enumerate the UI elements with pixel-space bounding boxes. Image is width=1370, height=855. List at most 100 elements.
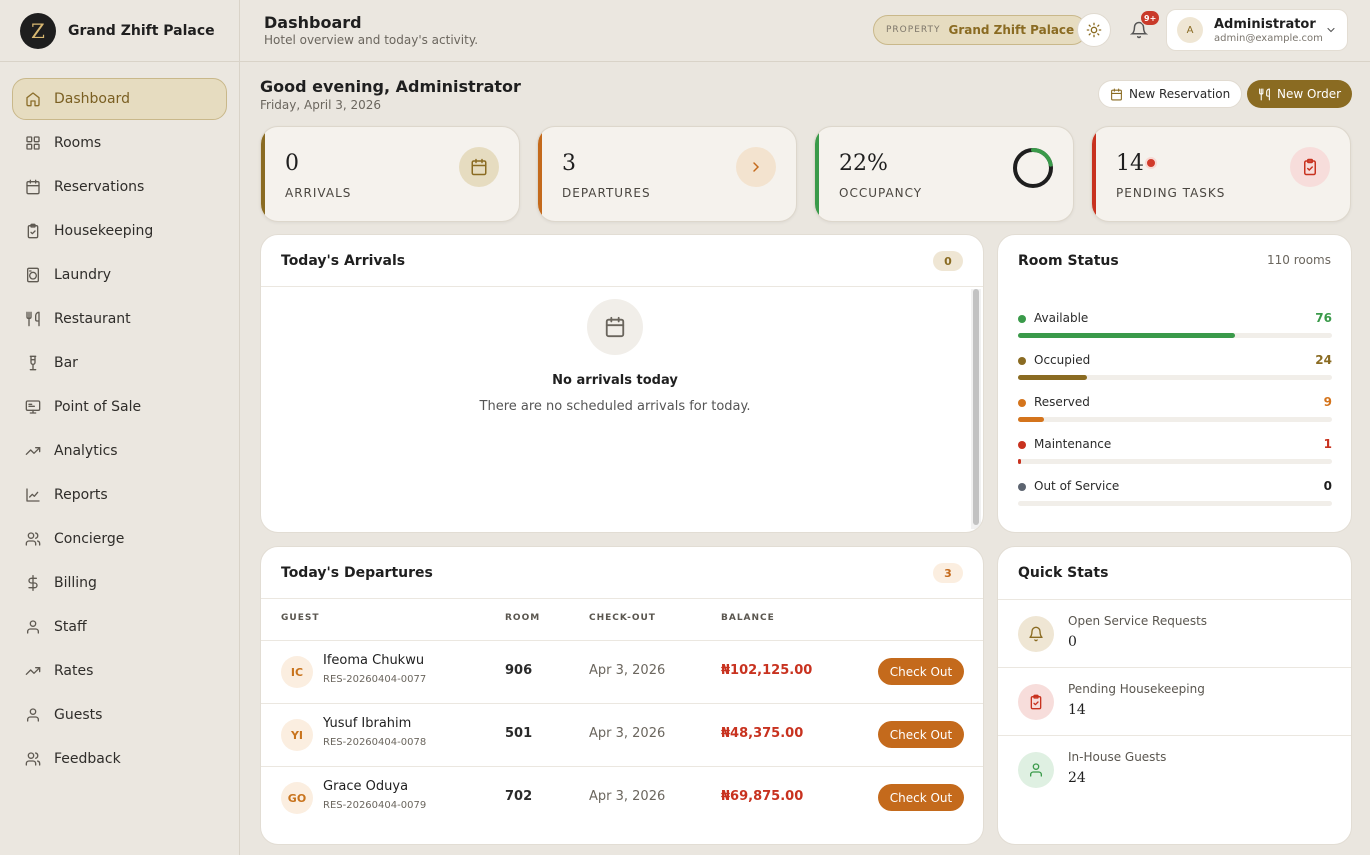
- room-number: 906: [505, 663, 533, 678]
- status-count: 24: [1315, 353, 1332, 367]
- column-header-room: ROOM: [505, 613, 541, 623]
- notifications-badge: 9+: [1140, 10, 1161, 26]
- sidebar-item-feedback[interactable]: Feedback: [12, 738, 227, 780]
- sidebar-item-analytics[interactable]: Analytics: [12, 430, 227, 472]
- sidebar-item-guests[interactable]: Guests: [12, 694, 227, 736]
- notifications-button[interactable]: 9+: [1122, 10, 1161, 47]
- dollar-icon: [25, 575, 41, 591]
- quick-stat-label: Open Service Requests: [1068, 614, 1208, 628]
- kpi-accent-bar: [538, 127, 542, 221]
- new-reservation-button[interactable]: New Reservation: [1098, 80, 1243, 108]
- table-row: IC Ifeoma Chukwu RES-20260404-0077 906 Apr 3…: [261, 640, 983, 702]
- current-date: Friday, April 3, 2026: [260, 98, 382, 112]
- sidebar-item-label: Guests: [54, 707, 103, 723]
- quick-stat-value: 24: [1068, 770, 1086, 786]
- kpi-label: OCCUPANCY: [839, 186, 923, 200]
- avatar: IC: [281, 656, 313, 688]
- users-icon: [25, 531, 41, 547]
- sidebar-item-label: Reports: [54, 487, 108, 503]
- brand[interactable]: Z Grand Zhift Palace: [0, 0, 239, 62]
- calendar-icon: [587, 299, 643, 355]
- scrollbar-thumb[interactable]: [973, 289, 979, 525]
- sidebar-item-label: Analytics: [54, 443, 118, 459]
- status-bar-track: [1018, 459, 1332, 464]
- card-title: Quick Stats: [1018, 565, 1109, 581]
- new-reservation-label: New Reservation: [1129, 87, 1231, 101]
- reservation-id: RES-20260404-0078: [323, 737, 427, 748]
- grid-icon: [25, 135, 41, 151]
- sidebar-item-dashboard[interactable]: Dashboard: [12, 78, 227, 120]
- top-header: Dashboard Hotel overview and today's act…: [240, 0, 1370, 62]
- sidebar-item-rates[interactable]: Rates: [12, 650, 227, 692]
- clipboard-icon: [1018, 684, 1054, 720]
- calendar-icon: [25, 179, 41, 195]
- kpi-label: ARRIVALS: [285, 186, 352, 200]
- monitor-icon: [25, 399, 41, 415]
- reservation-id: RES-20260404-0079: [323, 800, 427, 811]
- sidebar-item-laundry[interactable]: Laundry: [12, 254, 227, 296]
- chevron-right-icon: [736, 147, 776, 187]
- kpi-label: PENDING TASKS: [1116, 186, 1226, 200]
- quick-stat-label: In-House Guests: [1068, 750, 1167, 764]
- user-email: admin@example.com: [1214, 32, 1323, 44]
- occupancy-ring: [1012, 147, 1054, 189]
- alert-dot: [1145, 157, 1157, 169]
- sidebar-item-point-of-sale[interactable]: Point of Sale: [12, 386, 227, 428]
- sidebar-item-reservations[interactable]: Reservations: [12, 166, 227, 208]
- guest-name: Grace Oduya: [323, 779, 409, 794]
- sidebar-item-label: Dashboard: [54, 91, 130, 107]
- guest-name: Yusuf Ibrahim: [323, 716, 412, 731]
- room-status-card: Room Status 110 rooms Available 76 Occupie…: [997, 234, 1352, 533]
- sidebar-item-label: Restaurant: [54, 311, 131, 327]
- sidebar-item-staff[interactable]: Staff: [12, 606, 227, 648]
- guest-name: Ifeoma Chukwu: [323, 653, 425, 668]
- new-order-button[interactable]: New Order: [1247, 80, 1353, 108]
- room-status-row: Out of Service 0: [1018, 479, 1332, 507]
- empty-state-subtitle: There are no scheduled arrivals for toda…: [479, 399, 751, 414]
- sidebar-item-housekeeping[interactable]: Housekeeping: [12, 210, 227, 252]
- balance: ₦48,375.00: [721, 726, 804, 741]
- sun-icon: [1086, 22, 1102, 38]
- status-count: 76: [1315, 311, 1332, 325]
- check-out-button[interactable]: Check Out: [878, 784, 964, 811]
- status-bar-track: [1018, 333, 1332, 338]
- status-count: 1: [1323, 437, 1332, 451]
- departures-count-badge: 3: [933, 563, 963, 583]
- sidebar-item-concierge[interactable]: Concierge: [12, 518, 227, 560]
- card-title: Today's Arrivals: [281, 252, 406, 269]
- chevron-down-icon: [1325, 24, 1337, 36]
- property-selector[interactable]: PROPERTY Grand Zhift Palace: [873, 15, 1088, 45]
- status-bar-fill: [1018, 459, 1021, 464]
- utensils-icon: [1258, 88, 1271, 101]
- page-subtitle: Hotel overview and today's activity.: [264, 33, 479, 47]
- sidebar-item-restaurant[interactable]: Restaurant: [12, 298, 227, 340]
- avatar: A: [1177, 17, 1203, 43]
- check-out-button[interactable]: Check Out: [878, 721, 964, 748]
- trending-icon: [25, 443, 41, 459]
- quick-stat-value: 14: [1068, 702, 1086, 718]
- room-status-row: Available 76: [1018, 311, 1332, 339]
- user-icon: [25, 707, 41, 723]
- sidebar-item-billing[interactable]: Billing: [12, 562, 227, 604]
- utensils-icon: [25, 311, 41, 327]
- checkout-date: Apr 3, 2026: [589, 663, 666, 678]
- card-title: Room Status: [1018, 253, 1119, 269]
- user-menu[interactable]: A Administrator admin@example.com: [1166, 9, 1348, 51]
- sidebar-item-bar[interactable]: Bar: [12, 342, 227, 384]
- sidebar-item-rooms[interactable]: Rooms: [12, 122, 227, 164]
- kpi-occupancy[interactable]: 22% OCCUPANCY: [814, 126, 1074, 222]
- user-icon: [25, 619, 41, 635]
- sidebar: Z Grand Zhift Palace Dashboard Rooms Reser…: [0, 0, 240, 855]
- kpi-pending-tasks[interactable]: 14 PENDING TASKS: [1091, 126, 1351, 222]
- status-dot: [1018, 483, 1026, 491]
- sidebar-item-reports[interactable]: Reports: [12, 474, 227, 516]
- status-dot: [1018, 357, 1026, 365]
- property-label: PROPERTY: [886, 25, 941, 35]
- kpi-arrivals[interactable]: 0 ARRIVALS: [260, 126, 520, 222]
- theme-toggle-button[interactable]: [1077, 13, 1111, 47]
- departures-card: Today's Departures 3 GUEST ROOM CHECK-OU…: [260, 546, 984, 845]
- check-out-button[interactable]: Check Out: [878, 658, 964, 685]
- status-label: Out of Service: [1034, 479, 1120, 493]
- kpi-departures[interactable]: 3 DEPARTURES: [537, 126, 797, 222]
- checkout-date: Apr 3, 2026: [589, 789, 666, 804]
